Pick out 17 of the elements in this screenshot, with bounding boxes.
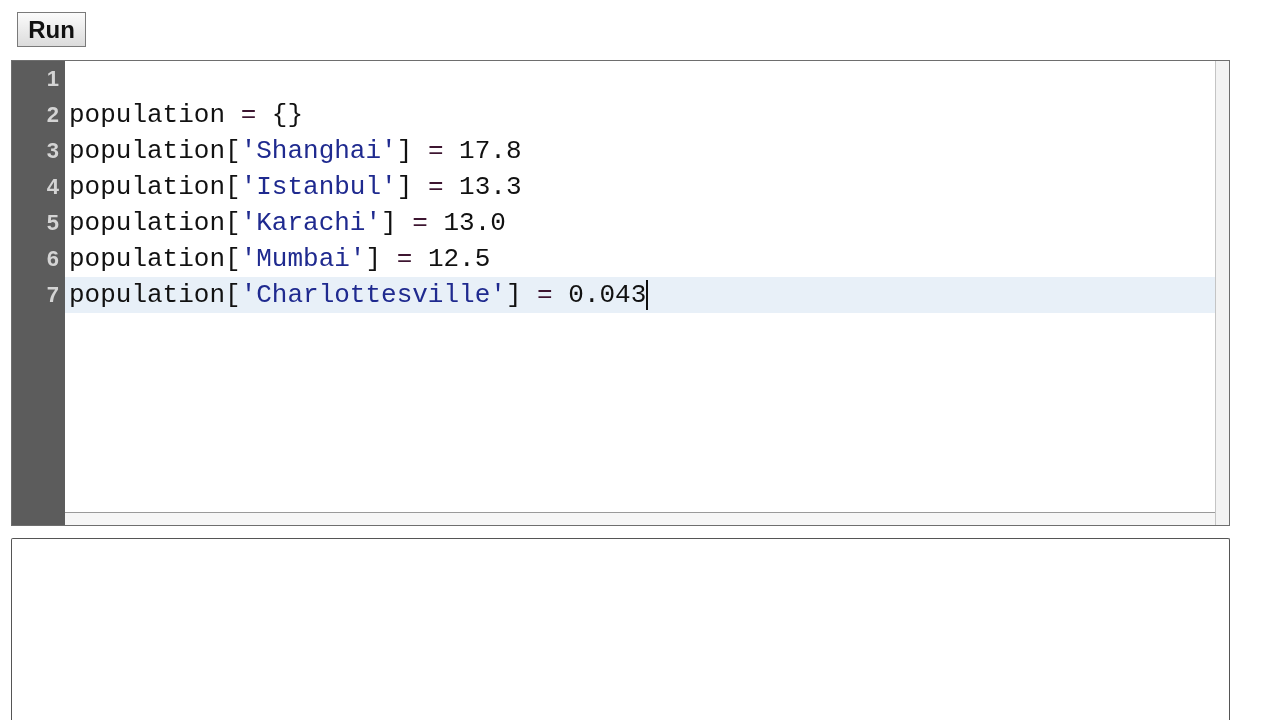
code-line: population['Karachi'] = 13.0 — [69, 207, 506, 240]
line-number: 1 — [46, 68, 59, 90]
line-number: 5 — [46, 212, 59, 234]
line-number: 7 — [46, 284, 59, 306]
horizontal-scrollbar[interactable] — [65, 512, 1215, 525]
code-line: population['Shanghai'] = 17.8 — [69, 135, 522, 168]
code-line: population['Istanbul'] = 13.3 — [69, 171, 522, 204]
run-button[interactable]: Run — [17, 12, 86, 47]
code-line: population = {} — [69, 99, 304, 132]
line-number: 4 — [46, 176, 59, 198]
vertical-scrollbar[interactable] — [1215, 61, 1229, 525]
code-line: population['Charlottesville'] = 0.043 — [69, 279, 647, 312]
line-number: 2 — [46, 104, 59, 126]
line-number: 6 — [46, 248, 59, 270]
code-editor[interactable]: 1 2 3 4 5 6 7 population = {} population['Shanghai'] = 17.8 population['Istanbul'] = 13.3 population['Karachi'] = 13.0 population['Mumbai'] = 12.5 population['Charlottesville'] = 0.043 — [11, 60, 1230, 526]
code-line: population['Mumbai'] = 12.5 — [69, 243, 491, 276]
line-number: 3 — [46, 140, 59, 162]
